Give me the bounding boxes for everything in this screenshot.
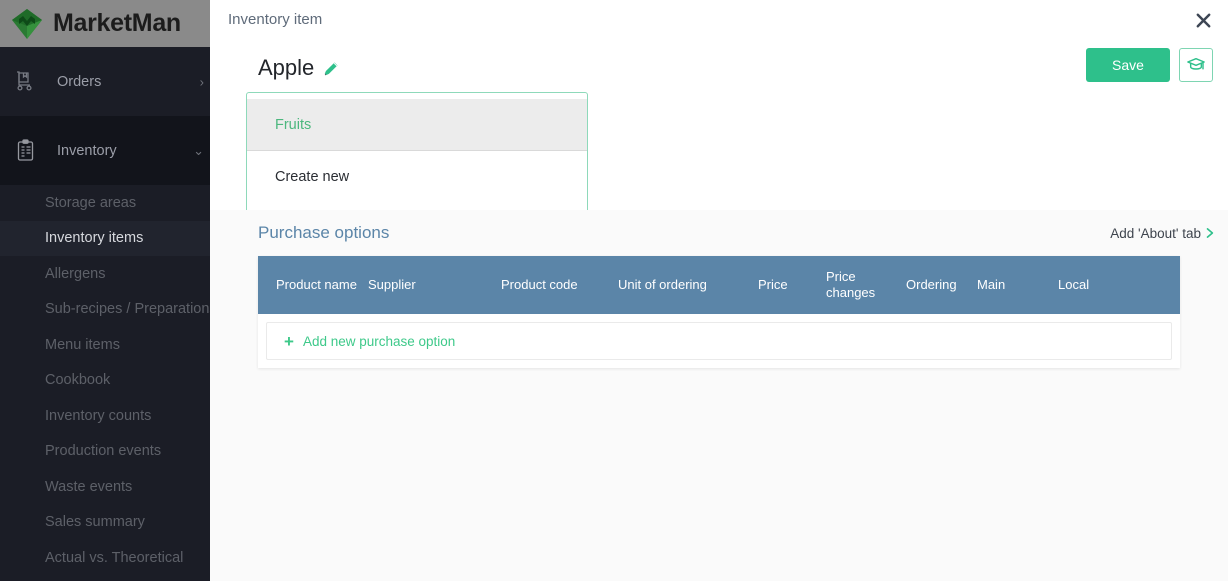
- sidebar-item-inventory-label: Inventory: [57, 142, 117, 159]
- column-header-ordering[interactable]: Ordering: [906, 277, 977, 293]
- sidebar-item-menu-items[interactable]: Menu items: [0, 327, 212, 363]
- table-header-row: Product name Supplier Product code Unit …: [258, 256, 1180, 314]
- chevron-right-icon: ›: [199, 74, 204, 89]
- table-body: + Add new purchase option: [258, 314, 1180, 368]
- sidebar-item-sub-recipes[interactable]: Sub-recipes / Preparations: [0, 292, 217, 328]
- sidebar-sub-label: Menu items: [45, 336, 120, 353]
- add-about-tab-link[interactable]: Add 'About' tab: [1110, 226, 1215, 241]
- sidebar-sub-label: Waste events: [45, 478, 133, 495]
- close-icon[interactable]: [1191, 8, 1215, 32]
- marketman-gem-logo-icon: [10, 7, 44, 41]
- modal-title: Inventory item: [228, 11, 323, 28]
- sidebar-sub-label: Production events: [45, 443, 162, 460]
- column-header-price[interactable]: Price: [758, 277, 826, 293]
- sidebar-sub-label: Allergens: [45, 265, 106, 282]
- plus-icon: +: [284, 331, 294, 351]
- column-header-unit-of-ordering[interactable]: Unit of ordering: [618, 277, 758, 293]
- dropdown-option-fruits[interactable]: Fruits: [247, 99, 587, 151]
- column-header-main[interactable]: Main: [977, 277, 1058, 293]
- column-header-product-name[interactable]: Product name: [276, 277, 368, 293]
- sidebar-item-inventory-items[interactable]: Inventory items: [0, 220, 212, 256]
- inventory-item-modal: Inventory item Save Apple Fruits Create …: [210, 0, 1228, 581]
- add-new-purchase-option-button[interactable]: + Add new purchase option: [266, 322, 1172, 360]
- dropdown-option-label: Create new: [275, 169, 350, 185]
- add-new-purchase-option-label: Add new purchase option: [302, 333, 456, 349]
- column-header-product-code[interactable]: Product code: [501, 277, 618, 293]
- sidebar-item-inventory[interactable]: Inventory ⌄: [0, 116, 212, 185]
- modal-actions: Save: [1086, 48, 1213, 82]
- column-header-local[interactable]: Local: [1058, 277, 1128, 293]
- sidebar-item-cookbook[interactable]: Cookbook: [0, 363, 212, 399]
- purchase-options-section: Purchase options Add 'About' tab Product…: [210, 210, 1228, 581]
- purchase-options-title: Purchase options: [258, 223, 390, 242]
- sidebar-item-orders-label: Orders: [57, 73, 102, 90]
- page-title: Apple: [258, 55, 315, 80]
- dropdown-option-label: Fruits: [275, 116, 312, 133]
- pencil-icon[interactable]: [323, 60, 340, 77]
- purchase-options-table: Product name Supplier Product code Unit …: [258, 256, 1180, 368]
- item-name-row: Apple: [258, 55, 340, 81]
- sidebar-item-production-events[interactable]: Production events: [0, 434, 212, 470]
- screen: MarketMan Orders › Inventory ⌄ Storage a…: [0, 0, 1228, 581]
- save-button[interactable]: Save: [1086, 48, 1170, 82]
- sidebar-sub-label: Actual vs. Theoretical: [45, 549, 184, 566]
- sidebar-subnav-inventory: Storage areas Inventory items Allergens …: [0, 185, 217, 576]
- sidebar-sub-label: Storage areas: [45, 194, 137, 211]
- brand-header: MarketMan: [0, 0, 212, 47]
- column-header-price-changes[interactable]: Price changes: [826, 269, 906, 302]
- sidebar: MarketMan Orders › Inventory ⌄ Storage a…: [0, 0, 217, 581]
- sidebar-item-allergens[interactable]: Allergens: [0, 256, 212, 292]
- chevron-right-icon: [1206, 228, 1214, 238]
- sidebar-sub-label: Inventory counts: [45, 407, 152, 424]
- sidebar-item-storage-areas[interactable]: Storage areas: [0, 185, 212, 221]
- purchase-options-header: Purchase options Add 'About' tab: [210, 210, 1228, 256]
- clipboard-icon: [14, 138, 40, 164]
- sidebar-sub-label: Sub-recipes / Preparations: [45, 301, 217, 318]
- delivery-cart-icon: [14, 69, 40, 95]
- dropdown-option-create-new[interactable]: Create new: [247, 151, 587, 203]
- sidebar-item-orders[interactable]: Orders ›: [0, 47, 212, 116]
- sidebar-item-inventory-counts[interactable]: Inventory counts: [0, 398, 212, 434]
- add-about-tab-label: Add 'About' tab: [1110, 225, 1201, 241]
- sidebar-sub-label: Cookbook: [45, 372, 111, 389]
- sidebar-sub-label: Sales summary: [45, 514, 145, 531]
- sidebar-item-sales-summary[interactable]: Sales summary: [0, 505, 212, 541]
- sidebar-sub-label: Inventory items: [45, 230, 144, 247]
- modal-header: Inventory item Save Apple Fruits Create …: [210, 0, 1228, 213]
- brand-name: MarketMan: [53, 9, 181, 37]
- sidebar-nav: Orders › Inventory ⌄ Storage areas Inven…: [0, 47, 217, 576]
- column-header-supplier[interactable]: Supplier: [368, 277, 501, 293]
- sidebar-item-actual-vs-theoretical[interactable]: Actual vs. Theoretical: [0, 540, 212, 576]
- sidebar-item-waste-events[interactable]: Waste events: [0, 469, 212, 505]
- category-dropdown[interactable]: Fruits Create new: [246, 92, 588, 213]
- chevron-down-icon: ⌄: [193, 142, 204, 158]
- graduation-cap-icon[interactable]: [1179, 48, 1213, 82]
